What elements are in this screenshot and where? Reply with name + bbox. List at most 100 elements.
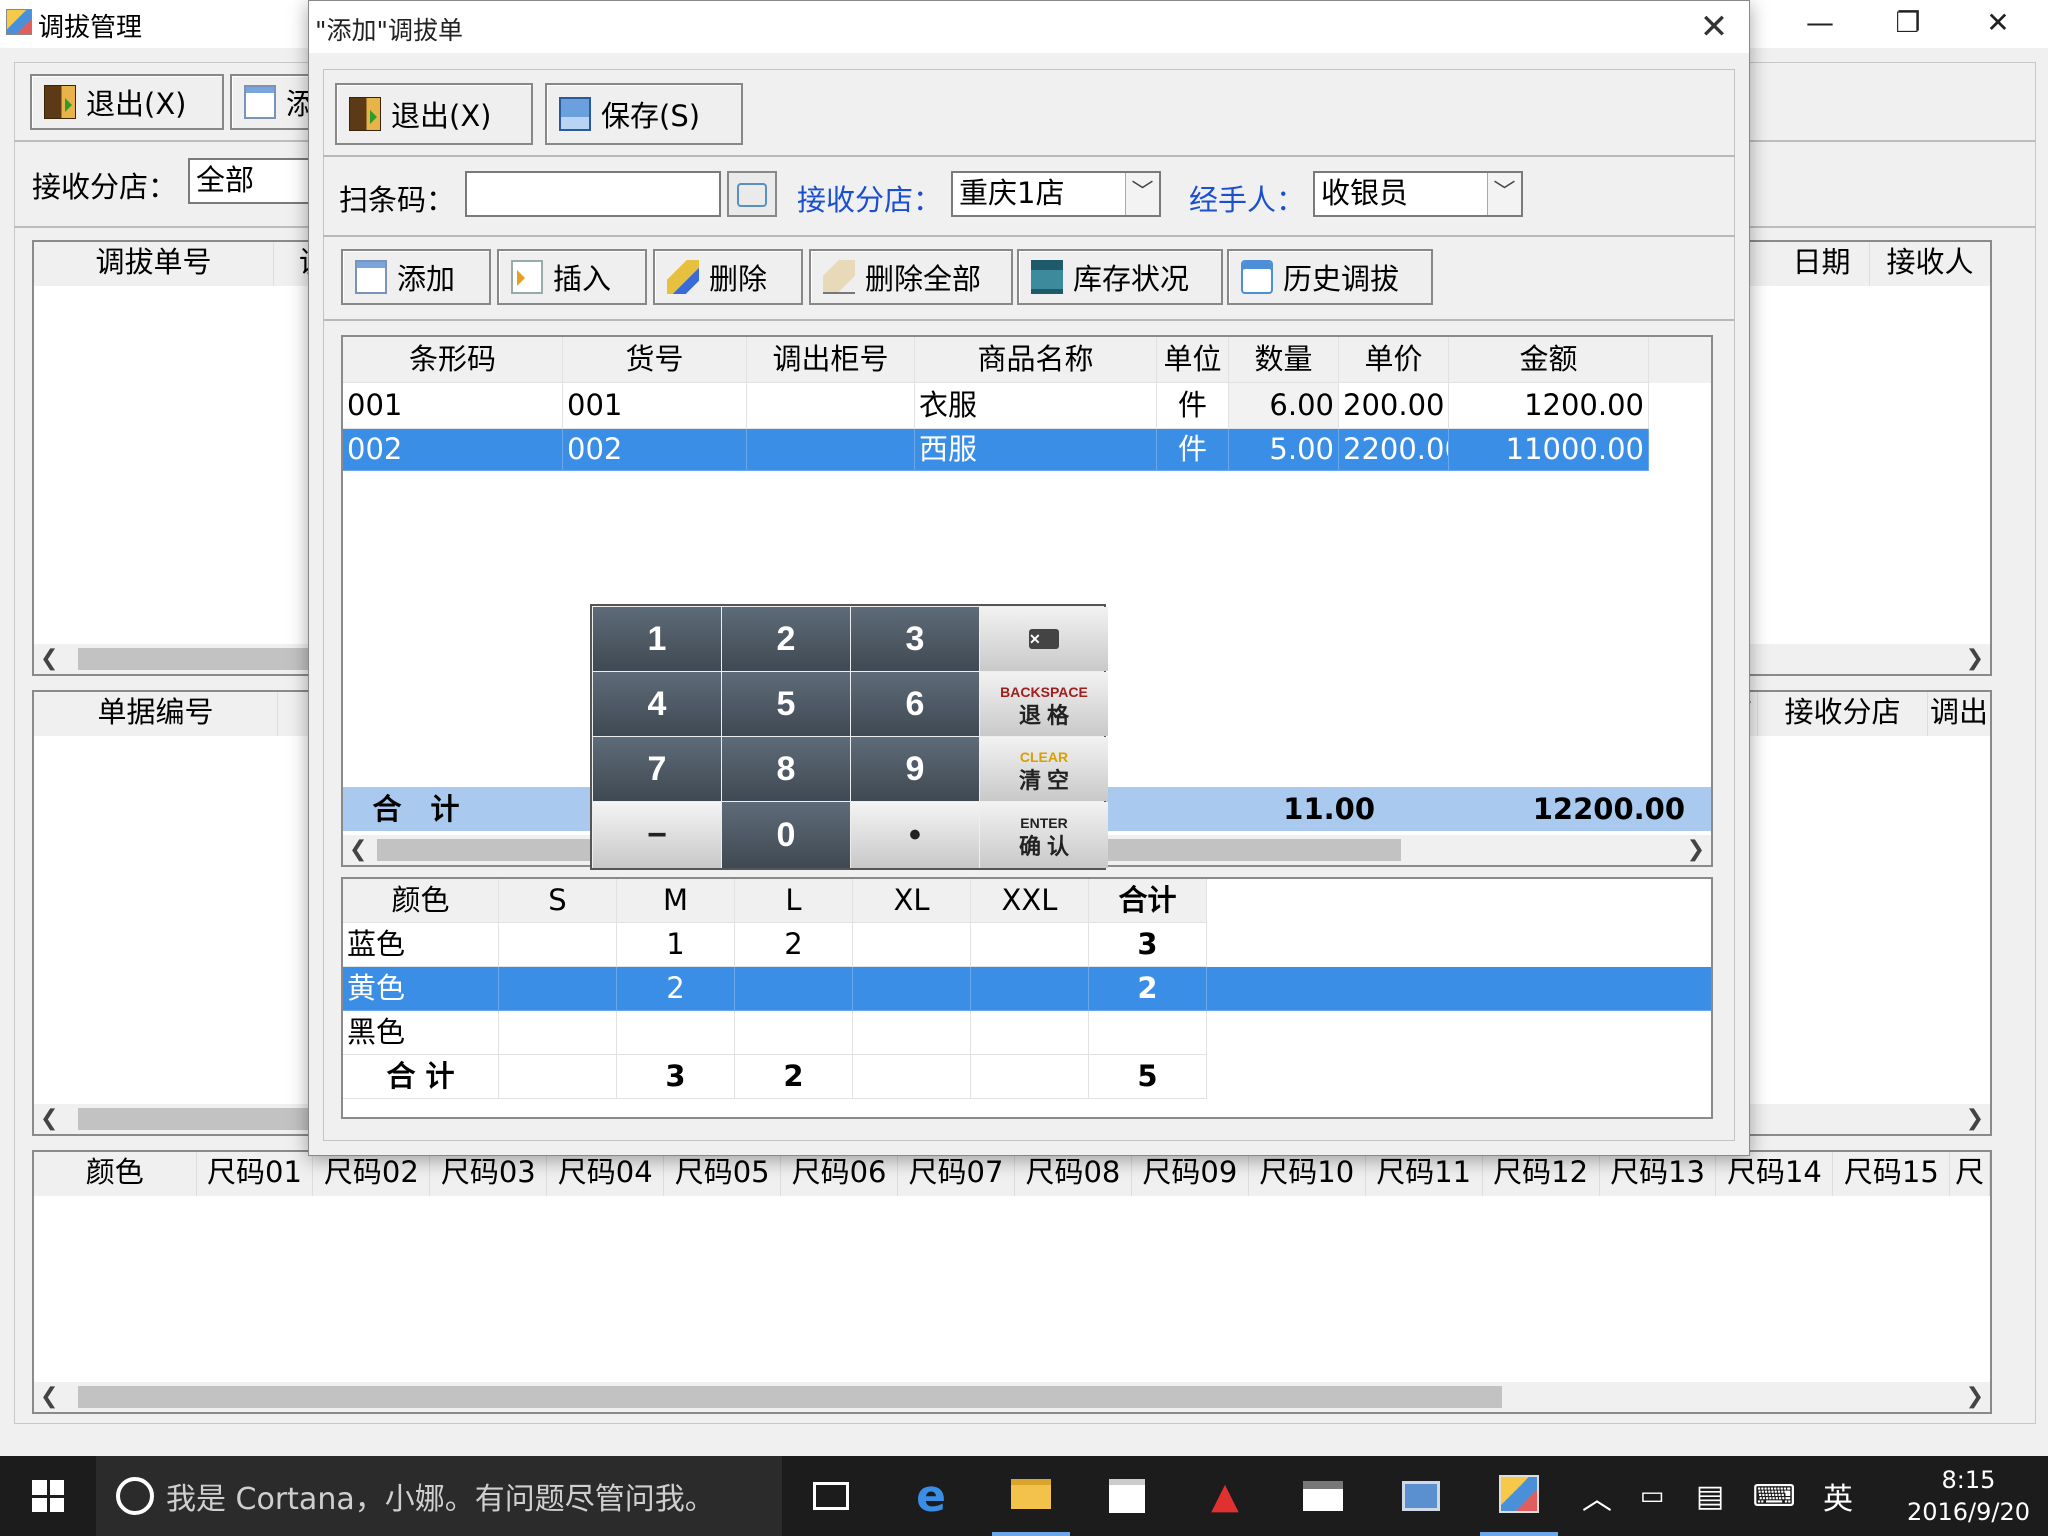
file-explorer-icon[interactable] (992, 1456, 1070, 1536)
dialog-exit-button[interactable]: 退出(X) (335, 83, 533, 145)
clock[interactable]: 8:15 2016/9/20 (1907, 1464, 2030, 1528)
main-add-button[interactable]: 添 (230, 74, 320, 130)
handler-select[interactable]: 收银员 ﹀ (1313, 171, 1523, 217)
video-clapper-icon[interactable] (1284, 1456, 1362, 1536)
items-cell[interactable]: 6.00 (1229, 383, 1339, 429)
history-transfer-button[interactable]: 历史调拔 (1227, 249, 1433, 305)
items-cell[interactable]: 200.00 (1339, 383, 1449, 429)
size-detail-grid[interactable]: 颜色 尺码01 尺码02 尺码03 尺码04 尺码05 尺码06 尺码07 尺码08 尺码09 尺码… (32, 1150, 1992, 1414)
items-cell[interactable]: 1200.00 (1449, 383, 1649, 429)
sizes-cell[interactable]: 2 (617, 967, 735, 1011)
network-computer-icon[interactable] (1382, 1456, 1460, 1536)
app-red-icon[interactable]: ▲ (1186, 1456, 1264, 1536)
sizes-cell[interactable] (1089, 1011, 1207, 1055)
scroll-right-icon[interactable]: ❯ (1966, 1104, 1984, 1134)
delete-row-button[interactable]: 删除 (653, 249, 803, 305)
sizes-cell[interactable] (853, 1011, 971, 1055)
sizes-cell[interactable]: 合 计 (343, 1055, 499, 1099)
sizes-cell[interactable]: 黄色 (343, 967, 499, 1011)
key-3[interactable]: 3 (851, 607, 979, 671)
store-select[interactable]: 重庆1店 ﹀ (951, 171, 1161, 217)
action-center-icon[interactable]: ▤ (1682, 1456, 1738, 1536)
main-exit-button[interactable]: 退出(X) (30, 74, 224, 130)
edge-icon[interactable]: e (892, 1456, 970, 1536)
sizes-cell[interactable]: 2 (1089, 967, 1207, 1011)
key-enter[interactable]: ENTER 确 认 (980, 802, 1108, 868)
key-clear[interactable]: CLEAR 清 空 (980, 737, 1108, 801)
insert-row-button[interactable]: 插入 (497, 249, 647, 305)
chevron-down-icon[interactable]: ﹀ (1487, 173, 1521, 215)
key-6[interactable]: 6 (851, 672, 979, 736)
store-icon[interactable] (1088, 1456, 1166, 1536)
scroll-left-icon[interactable]: ❮ (40, 1104, 58, 1134)
items-cell[interactable]: 5.00 (1229, 429, 1339, 471)
sizes-cell[interactable] (499, 923, 617, 967)
sizes-cell[interactable] (853, 1055, 971, 1099)
table-row[interactable]: 蓝色 1 2 3 (343, 923, 1711, 967)
key-1[interactable]: 1 (593, 607, 721, 671)
sizes-cell[interactable] (853, 923, 971, 967)
scroll-right-icon[interactable]: ❯ (1966, 1382, 1984, 1412)
items-cell[interactable] (747, 429, 915, 471)
sizes-cell[interactable]: 1 (617, 923, 735, 967)
key-delete[interactable]: ✕ (980, 607, 1108, 671)
sizes-cell[interactable] (617, 1011, 735, 1055)
grid3-scrollbar[interactable]: ❮ ❯ (34, 1382, 1990, 1412)
scroll-left-icon[interactable]: ❮ (349, 835, 367, 865)
add-row-button[interactable]: 添加 (341, 249, 491, 305)
items-cell[interactable]: 001 (563, 383, 747, 429)
scroll-left-icon[interactable]: ❮ (40, 1382, 58, 1412)
dialog-close-icon[interactable]: ✕ (1689, 5, 1739, 49)
sizes-cell[interactable]: 3 (617, 1055, 735, 1099)
sizes-cell[interactable] (735, 967, 853, 1011)
items-cell[interactable]: 西服 (915, 429, 1157, 471)
table-row-selected[interactable]: 002002 西服件5.002200.0011000.00 (343, 429, 1711, 471)
scroll-left-icon[interactable]: ❮ (40, 644, 58, 674)
sizes-cell[interactable]: 3 (1089, 923, 1207, 967)
sizes-cell[interactable] (499, 967, 617, 1011)
cortana-search[interactable]: 我是 Cortana，小娜。有问题尽管问我。 (96, 1456, 782, 1536)
key-4[interactable]: 4 (593, 672, 721, 736)
sizes-cell[interactable] (499, 1011, 617, 1055)
keyboard-icon[interactable]: ⌨ (1742, 1456, 1806, 1536)
scroll-right-icon[interactable]: ❯ (1966, 644, 1984, 674)
key-7[interactable]: 7 (593, 737, 721, 801)
chevron-down-icon[interactable]: ﹀ (1125, 173, 1159, 215)
sizes-cell[interactable]: 5 (1089, 1055, 1207, 1099)
table-row[interactable]: 合 计 32 5 (343, 1055, 1711, 1099)
table-row[interactable]: 黑色 (343, 1011, 1711, 1055)
scan-input[interactable] (465, 171, 721, 217)
sizes-cell[interactable] (971, 923, 1089, 967)
stock-status-button[interactable]: 库存状况 (1017, 249, 1223, 305)
ime-indicator[interactable]: 英 (1808, 1456, 1868, 1536)
table-row[interactable]: 黄色 2 2 (343, 967, 1711, 1011)
battery-icon[interactable]: ▭ (1624, 1456, 1680, 1536)
scroll-right-icon[interactable]: ❯ (1687, 835, 1705, 865)
items-cell[interactable]: 002 (343, 429, 563, 471)
sizes-cell[interactable] (971, 1011, 1089, 1055)
key-backspace[interactable]: BACKSPACE 退 格 (980, 672, 1108, 736)
items-cell[interactable]: 衣服 (915, 383, 1157, 429)
task-view-icon[interactable] (792, 1456, 870, 1536)
delete-all-button[interactable]: 删除全部 (809, 249, 1013, 305)
main-store-select[interactable]: 全部 (188, 158, 318, 204)
items-cell[interactable] (747, 383, 915, 429)
sizes-cell[interactable] (971, 1055, 1089, 1099)
items-cell[interactable]: 2200.00 (1339, 429, 1449, 471)
items-cell[interactable]: 001 (343, 383, 563, 429)
sizes-cell[interactable]: 黑色 (343, 1011, 499, 1055)
items-cell[interactable]: 002 (563, 429, 747, 471)
key-0[interactable]: 0 (722, 802, 850, 868)
restore-button[interactable]: ❐ (1860, 0, 1956, 48)
sizes-cell[interactable] (971, 967, 1089, 1011)
key-dot[interactable]: • (851, 802, 979, 868)
key-minus[interactable]: − (593, 802, 721, 868)
items-cell[interactable]: 件 (1157, 383, 1229, 429)
sizes-cell[interactable] (735, 1011, 853, 1055)
close-button[interactable]: ✕ (1950, 0, 2046, 48)
items-cell[interactable]: 11000.00 (1449, 429, 1649, 471)
minimize-button[interactable]: — (1772, 0, 1868, 48)
pos-app-icon[interactable] (1480, 1456, 1558, 1536)
sizes-cell[interactable]: 2 (735, 923, 853, 967)
sizes-cell[interactable] (853, 967, 971, 1011)
